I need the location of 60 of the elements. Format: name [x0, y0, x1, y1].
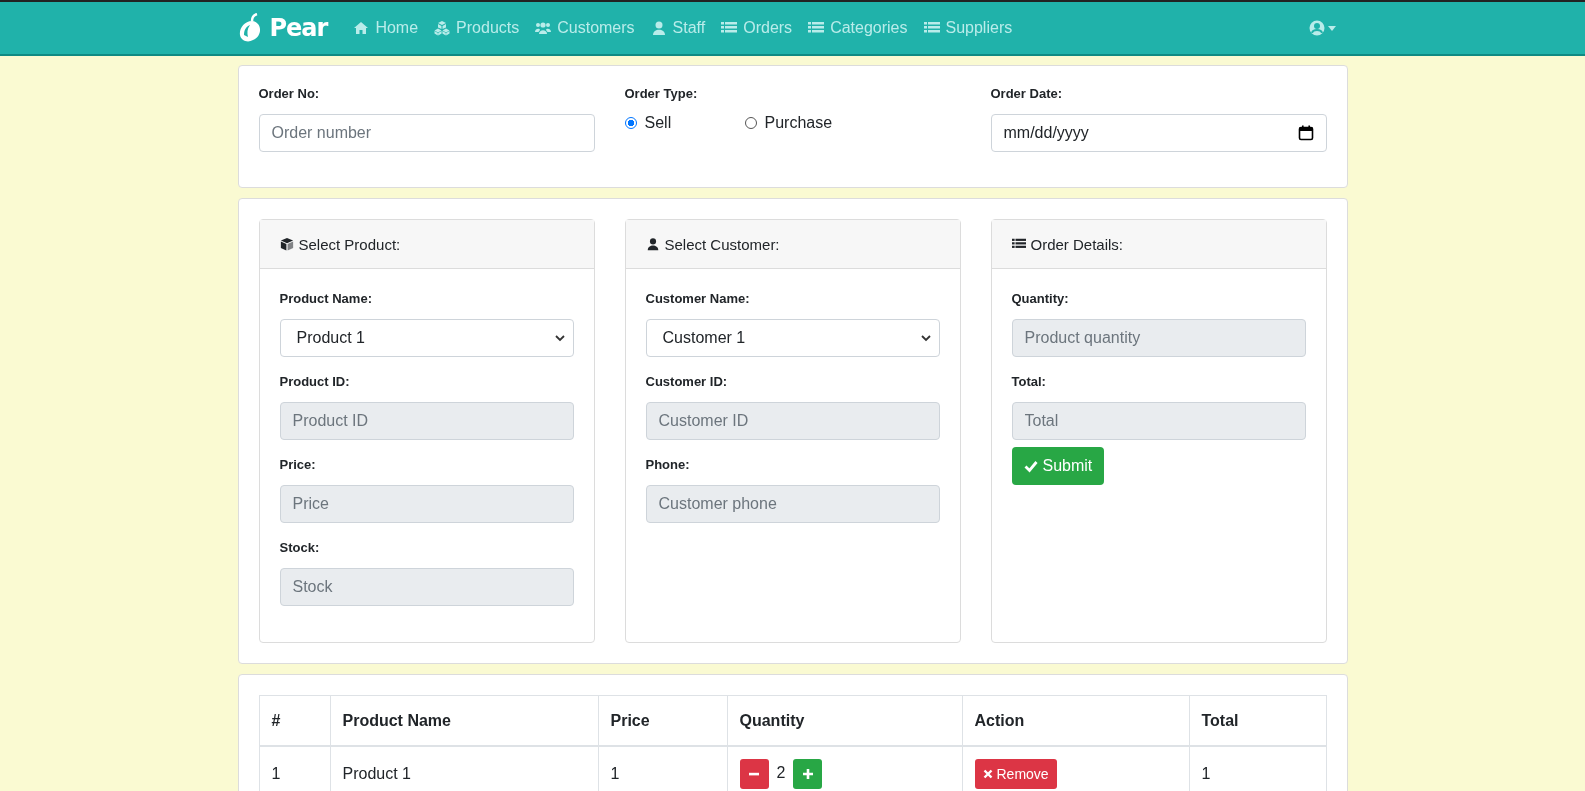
field-label: Quantity: [1011, 291, 1070, 306]
radio-label[interactable]: Sell [644, 114, 672, 132]
home-icon [353, 20, 370, 36]
dropdown-field[interactable]: Customer 1 [645, 319, 940, 357]
column-header: # [259, 695, 330, 746]
date-field[interactable]: mm/dd/yyyy [990, 114, 1327, 152]
panel-title: Select Customer: [664, 235, 780, 253]
caret-icon [554, 333, 565, 343]
list-icon [721, 20, 738, 36]
field-label: Product Name: [279, 291, 373, 306]
nav-link[interactable]: Categories [800, 19, 916, 37]
radio-label[interactable]: Purchase [764, 114, 833, 132]
user-icon [645, 237, 660, 251]
calendar-icon[interactable] [1297, 125, 1314, 141]
field-label: Stock: [279, 540, 321, 555]
user-icon [650, 20, 667, 36]
column-header: Product Name [330, 695, 598, 746]
list-icon [1011, 237, 1026, 251]
caret-icon [1327, 25, 1336, 31]
panel-title: Order Details: [1030, 235, 1124, 253]
submit-button[interactable]: Submit [1011, 447, 1105, 485]
increase-button[interactable] [793, 759, 823, 789]
decrease-button[interactable] [739, 759, 769, 789]
radio-button[interactable] [624, 117, 637, 129]
field-label: Phone: [645, 457, 691, 472]
panel-title: Select Product: [298, 235, 401, 253]
list-icon [808, 20, 825, 36]
column-header: Price [598, 695, 727, 746]
field-label: Price: [279, 457, 317, 472]
nav-link[interactable]: Staff [642, 19, 714, 37]
remove-button[interactable]: Remove [974, 759, 1057, 789]
caret-icon [920, 333, 931, 343]
field-label: Customer ID: [645, 374, 729, 389]
users-icon [535, 20, 552, 36]
field-label: Customer Name: [645, 291, 751, 306]
cube-icon [279, 237, 294, 251]
order-number-field[interactable]: Order number [258, 114, 595, 152]
nav-link[interactable]: Products [426, 19, 528, 37]
dropdown-field[interactable]: Product 1 [279, 319, 574, 357]
nav-link[interactable]: Home [345, 19, 427, 37]
quantity-value: 2 [776, 764, 786, 782]
field-label: Order No: [258, 86, 321, 101]
plus-icon [801, 768, 814, 780]
brand-name[interactable]: Pear [269, 14, 328, 42]
column-header: Quantity [727, 695, 962, 746]
nav-link[interactable]: Orders [713, 19, 801, 37]
check-icon [1023, 459, 1038, 473]
table-cell: 1 [259, 746, 330, 791]
field-label: Product ID: [279, 374, 351, 389]
column-header: Total [1189, 695, 1326, 746]
column-header: Action [962, 695, 1189, 746]
user-circle-icon [1308, 20, 1325, 36]
cubes-icon [434, 20, 451, 36]
close-icon [982, 769, 993, 779]
field-label: Order Type: [624, 86, 699, 101]
nav-link[interactable]: Customers [527, 19, 643, 37]
field-label: Order Date: [990, 86, 1064, 101]
nav-link[interactable]: Suppliers [915, 19, 1021, 37]
list-icon [923, 20, 940, 36]
field-label: Total: [1011, 374, 1047, 389]
